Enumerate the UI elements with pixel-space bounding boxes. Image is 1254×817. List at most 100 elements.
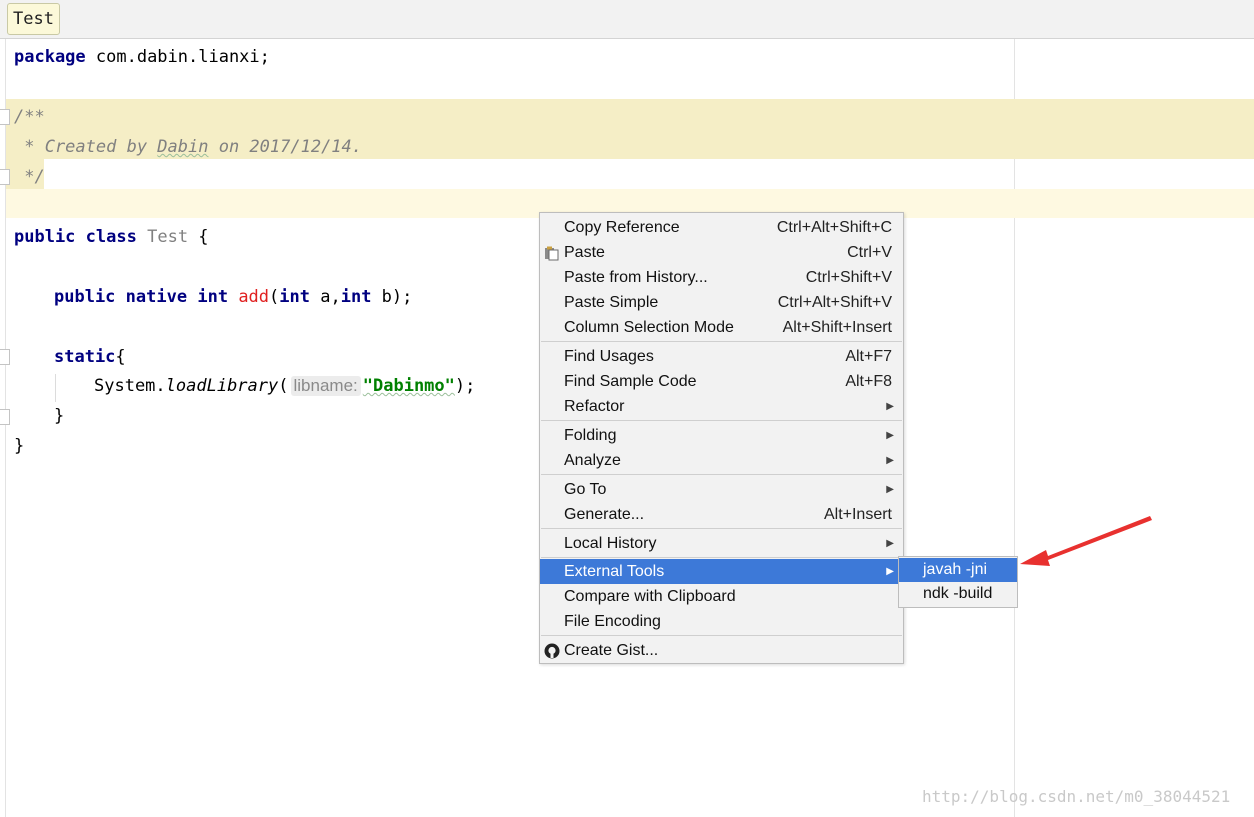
keyword-int: int <box>197 287 229 307</box>
keyword-package: package <box>14 47 86 67</box>
menu-item-find-sample-code[interactable]: Find Sample Code Alt+F8 <box>540 369 903 394</box>
menu-separator <box>541 341 902 342</box>
comment-date: on 2017/12/14. <box>208 137 363 157</box>
call-paren-close: ); <box>454 376 476 396</box>
menu-item-label: Refactor <box>564 398 625 415</box>
clipboard-icon <box>544 244 560 261</box>
submenu-item-label: ndk -build <box>923 585 993 602</box>
menu-item-shortcut: Alt+Insert <box>823 506 892 523</box>
submenu-arrow-icon: ▶ <box>886 401 894 412</box>
package-name: com.dabin.lianxi; <box>85 47 270 67</box>
menu-item-shortcut: Alt+F7 <box>845 348 892 365</box>
param-type-b: int <box>340 287 372 307</box>
menu-item-label: Find Sample Code <box>564 373 697 390</box>
close-brace-outer: } <box>14 436 25 456</box>
system-ref: System. <box>94 376 166 396</box>
param-type-a: int <box>279 287 310 307</box>
menu-item-file-encoding[interactable]: File Encoding <box>540 609 903 634</box>
menu-separator <box>541 420 902 421</box>
comment-prefix: * Created by <box>14 137 158 157</box>
submenu-arrow-icon: ▶ <box>886 455 894 466</box>
menu-item-label: Folding <box>564 427 617 444</box>
submenu-arrow-icon: ▶ <box>886 566 894 577</box>
menu-item-create-gist[interactable]: Create Gist... <box>540 638 903 663</box>
menu-item-shortcut: Alt+Shift+Insert <box>782 319 892 336</box>
submenu-item-javah-jni[interactable]: javah -jni <box>899 558 1017 582</box>
external-tools-submenu: javah -jni ndk -build <box>898 556 1018 608</box>
code-line-static: static{ <box>54 347 126 367</box>
submenu-arrow-icon: ▶ <box>886 538 894 549</box>
menu-item-label: File Encoding <box>564 613 661 630</box>
paren-open: ( <box>269 287 280 307</box>
indent-guide <box>55 374 56 402</box>
keyword-native: native <box>125 287 188 307</box>
editor-tab-bar: Test <box>0 0 1254 39</box>
code-line-class: public class Test { <box>14 227 209 247</box>
menu-item-label: Create Gist... <box>564 642 659 659</box>
menu-item-label: Paste <box>564 244 605 261</box>
menu-item-shortcut: Ctrl+Alt+Shift+C <box>776 219 892 236</box>
annotation-arrow-icon <box>1020 516 1152 566</box>
parameter-hint: libname: <box>290 376 361 396</box>
menu-item-external-tools[interactable]: External Tools ▶ <box>540 559 903 584</box>
menu-item-label: Local History <box>564 535 657 552</box>
menu-separator <box>541 474 902 475</box>
github-icon <box>544 642 560 659</box>
keyword-class: class <box>85 227 137 247</box>
menu-item-go-to[interactable]: Go To ▶ <box>540 477 903 502</box>
menu-item-analyze[interactable]: Analyze ▶ <box>540 448 903 473</box>
fold-marker-static-end[interactable] <box>0 409 10 425</box>
menu-item-local-history[interactable]: Local History ▶ <box>540 531 903 556</box>
menu-item-shortcut: Ctrl+Alt+Shift+V <box>777 294 892 311</box>
menu-item-shortcut: Alt+F8 <box>845 373 892 390</box>
class-name: Test <box>147 227 189 247</box>
param-b: b); <box>371 287 413 307</box>
method-name: add <box>238 287 270 307</box>
param-a: a, <box>310 287 341 307</box>
menu-item-label: Compare with Clipboard <box>564 588 736 605</box>
fold-marker-comment-start[interactable] <box>0 109 10 125</box>
tab-test[interactable]: Test <box>7 3 60 35</box>
menu-item-label: Analyze <box>564 452 621 469</box>
menu-item-paste-simple[interactable]: Paste Simple Ctrl+Alt+Shift+V <box>540 290 903 315</box>
keyword-static: static <box>54 347 116 367</box>
submenu-item-ndk-build[interactable]: ndk -build <box>899 582 1017 606</box>
code-line-loadlibrary: System.loadLibrary(libname: "Dabinmo"); <box>94 376 475 396</box>
menu-item-label: Paste from History... <box>564 269 708 286</box>
menu-item-find-usages[interactable]: Find Usages Alt+F7 <box>540 344 903 369</box>
code-line-method: public native int add(int a,int b); <box>54 287 412 307</box>
loadlibrary-method: loadLibrary <box>165 376 279 396</box>
menu-item-label: Generate... <box>564 506 645 523</box>
submenu-item-label: javah -jni <box>923 561 988 578</box>
comment-close: */ <box>14 167 45 187</box>
menu-item-label: Column Selection Mode <box>564 319 734 336</box>
menu-item-compare-with-clipboard[interactable]: Compare with Clipboard <box>540 584 903 609</box>
menu-separator <box>541 557 902 558</box>
fold-marker-comment-end[interactable] <box>0 169 10 185</box>
menu-item-label: Paste Simple <box>564 294 659 311</box>
keyword-public: public <box>54 287 116 307</box>
menu-item-generate[interactable]: Generate... Alt+Insert <box>540 502 903 527</box>
submenu-arrow-icon: ▶ <box>886 484 894 495</box>
menu-item-paste-from-history[interactable]: Paste from History... Ctrl+Shift+V <box>540 265 903 290</box>
call-paren-open: ( <box>278 376 289 396</box>
class-brace: { <box>188 227 209 247</box>
menu-item-folding[interactable]: Folding ▶ <box>540 423 903 448</box>
editor-context-menu: Copy Reference Ctrl+Alt+Shift+C Paste Ctrl… <box>539 212 904 664</box>
menu-separator <box>541 635 902 636</box>
menu-item-column-selection-mode[interactable]: Column Selection Mode Alt+Shift+Insert <box>540 315 903 340</box>
library-string: "Dabinmo" <box>362 376 455 396</box>
submenu-arrow-icon: ▶ <box>886 430 894 441</box>
keyword-public: public <box>14 227 76 247</box>
menu-item-copy-reference[interactable]: Copy Reference Ctrl+Alt+Shift+C <box>540 215 903 240</box>
menu-item-label: Copy Reference <box>564 219 680 236</box>
menu-item-refactor[interactable]: Refactor ▶ <box>540 394 903 419</box>
menu-item-label: Go To <box>564 481 607 498</box>
menu-separator <box>541 528 902 529</box>
comment-open: /** <box>14 107 45 127</box>
menu-item-shortcut: Ctrl+V <box>847 244 892 261</box>
menu-item-paste[interactable]: Paste Ctrl+V <box>540 240 903 265</box>
comment-author: Dabin <box>157 137 209 157</box>
fold-marker-static-start[interactable] <box>0 349 10 365</box>
close-brace-inner: } <box>54 406 65 426</box>
